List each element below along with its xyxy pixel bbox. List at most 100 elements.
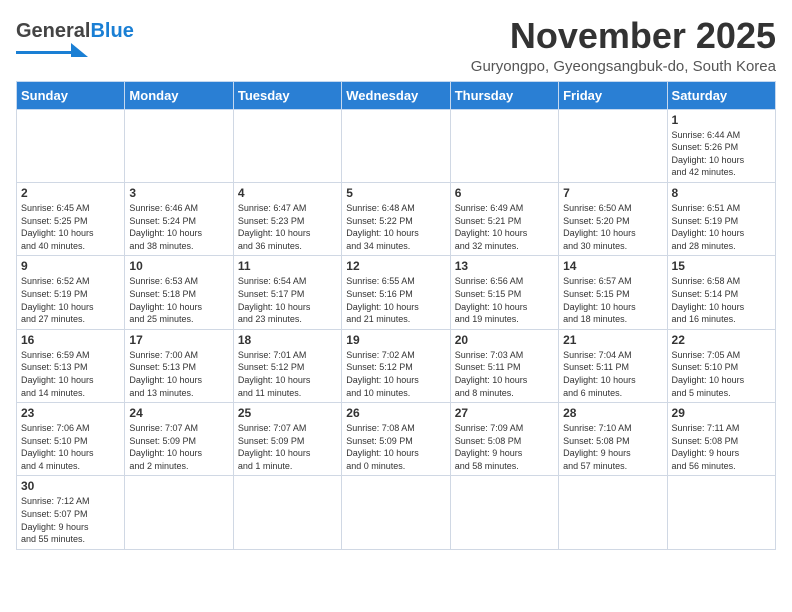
calendar-cell: 11 Sunrise: 6:54 AM Sunset: 5:17 PM Dayli…	[233, 256, 341, 329]
day-number: 10	[129, 259, 228, 273]
day-info: Sunrise: 6:48 AM Sunset: 5:22 PM Dayligh…	[346, 202, 445, 252]
day-number: 15	[672, 259, 771, 273]
calendar-cell: 4 Sunrise: 6:47 AM Sunset: 5:23 PM Daylig…	[233, 182, 341, 255]
day-info: Sunrise: 6:47 AM Sunset: 5:23 PM Dayligh…	[238, 202, 337, 252]
calendar-cell: 12Sunrise: 6:55 AM Sunset: 5:16 PM Dayli…	[342, 256, 450, 329]
calendar-week-row: 2Sunrise: 6:45 AM Sunset: 5:25 PM Daylig…	[17, 182, 776, 255]
day-info: Sunrise: 7:12 AM Sunset: 5:07 PM Dayligh…	[21, 495, 120, 545]
day-info: Sunrise: 7:00 AM Sunset: 5:13 PM Dayligh…	[129, 349, 228, 399]
logo-general-text: General	[16, 20, 90, 43]
day-info: Sunrise: 7:07 AM Sunset: 5:09 PM Dayligh…	[238, 422, 337, 472]
header: General Blue November 2025 Guryongpo, Gy…	[16, 16, 776, 75]
logo-blue-text: Blue	[90, 20, 133, 43]
day-number: 23	[21, 406, 120, 420]
day-info: Sunrise: 6:53 AM Sunset: 5:18 PM Dayligh…	[129, 275, 228, 325]
calendar-cell	[559, 109, 667, 182]
calendar-cell: 25 Sunrise: 7:07 AM Sunset: 5:09 PM Dayli…	[233, 403, 341, 476]
weekday-header-friday: Friday	[559, 81, 667, 109]
day-number: 12	[346, 259, 445, 273]
calendar-cell: 28 Sunrise: 7:10 AM Sunset: 5:08 PM Dayli…	[559, 403, 667, 476]
calendar-cell: 9 Sunrise: 6:52 AM Sunset: 5:19 PM Daylig…	[17, 256, 125, 329]
day-info: Sunrise: 6:56 AM Sunset: 5:15 PM Dayligh…	[455, 275, 554, 325]
day-number: 16	[21, 333, 120, 347]
weekday-header-row: SundayMondayTuesdayWednesdayThursdayFrid…	[17, 81, 776, 109]
calendar-cell: 10 Sunrise: 6:53 AM Sunset: 5:18 PM Dayli…	[125, 256, 233, 329]
day-info: Sunrise: 7:04 AM Sunset: 5:11 PM Dayligh…	[563, 349, 662, 399]
logo: General Blue	[16, 20, 134, 63]
day-number: 8	[672, 186, 771, 200]
day-number: 20	[455, 333, 554, 347]
calendar-cell: 27Sunrise: 7:09 AM Sunset: 5:08 PM Dayli…	[450, 403, 558, 476]
calendar-cell: 23Sunrise: 7:06 AM Sunset: 5:10 PM Dayli…	[17, 403, 125, 476]
day-number: 29	[672, 406, 771, 420]
calendar-cell	[450, 476, 558, 549]
day-info: Sunrise: 6:59 AM Sunset: 5:13 PM Dayligh…	[21, 349, 120, 399]
day-info: Sunrise: 7:01 AM Sunset: 5:12 PM Dayligh…	[238, 349, 337, 399]
day-info: Sunrise: 6:44 AM Sunset: 5:26 PM Dayligh…	[672, 129, 771, 179]
calendar-cell: 2Sunrise: 6:45 AM Sunset: 5:25 PM Daylig…	[17, 182, 125, 255]
calendar-week-row: 23Sunrise: 7:06 AM Sunset: 5:10 PM Dayli…	[17, 403, 776, 476]
day-number: 24	[129, 406, 228, 420]
calendar-cell: 22Sunrise: 7:05 AM Sunset: 5:10 PM Dayli…	[667, 329, 775, 402]
day-info: Sunrise: 7:10 AM Sunset: 5:08 PM Dayligh…	[563, 422, 662, 472]
calendar-cell	[342, 109, 450, 182]
calendar-week-row: 9 Sunrise: 6:52 AM Sunset: 5:19 PM Daylig…	[17, 256, 776, 329]
calendar-cell: 13 Sunrise: 6:56 AM Sunset: 5:15 PM Dayli…	[450, 256, 558, 329]
calendar-cell: 16 Sunrise: 6:59 AM Sunset: 5:13 PM Dayli…	[17, 329, 125, 402]
day-number: 28	[563, 406, 662, 420]
day-info: Sunrise: 6:57 AM Sunset: 5:15 PM Dayligh…	[563, 275, 662, 325]
day-info: Sunrise: 6:49 AM Sunset: 5:21 PM Dayligh…	[455, 202, 554, 252]
day-info: Sunrise: 7:11 AM Sunset: 5:08 PM Dayligh…	[672, 422, 771, 472]
calendar-cell: 20 Sunrise: 7:03 AM Sunset: 5:11 PM Dayli…	[450, 329, 558, 402]
calendar-week-row: 1Sunrise: 6:44 AM Sunset: 5:26 PM Daylig…	[17, 109, 776, 182]
day-info: Sunrise: 7:05 AM Sunset: 5:10 PM Dayligh…	[672, 349, 771, 399]
calendar-cell: 14Sunrise: 6:57 AM Sunset: 5:15 PM Dayli…	[559, 256, 667, 329]
day-info: Sunrise: 7:08 AM Sunset: 5:09 PM Dayligh…	[346, 422, 445, 472]
calendar-cell	[17, 109, 125, 182]
day-info: Sunrise: 6:46 AM Sunset: 5:24 PM Dayligh…	[129, 202, 228, 252]
day-number: 26	[346, 406, 445, 420]
calendar-table: SundayMondayTuesdayWednesdayThursdayFrid…	[16, 81, 776, 550]
day-info: Sunrise: 7:09 AM Sunset: 5:08 PM Dayligh…	[455, 422, 554, 472]
day-info: Sunrise: 6:52 AM Sunset: 5:19 PM Dayligh…	[21, 275, 120, 325]
weekday-header-monday: Monday	[125, 81, 233, 109]
day-number: 9	[21, 259, 120, 273]
calendar-cell: 6 Sunrise: 6:49 AM Sunset: 5:21 PM Daylig…	[450, 182, 558, 255]
day-number: 3	[129, 186, 228, 200]
calendar-cell: 1Sunrise: 6:44 AM Sunset: 5:26 PM Daylig…	[667, 109, 775, 182]
weekday-header-wednesday: Wednesday	[342, 81, 450, 109]
day-info: Sunrise: 7:03 AM Sunset: 5:11 PM Dayligh…	[455, 349, 554, 399]
day-number: 30	[21, 479, 120, 493]
calendar-cell: 26 Sunrise: 7:08 AM Sunset: 5:09 PM Dayli…	[342, 403, 450, 476]
location-subtitle: Guryongpo, Gyeongsangbuk-do, South Korea	[471, 58, 776, 75]
calendar-cell	[233, 476, 341, 549]
weekday-header-saturday: Saturday	[667, 81, 775, 109]
calendar-cell	[233, 109, 341, 182]
calendar-cell: 5 Sunrise: 6:48 AM Sunset: 5:22 PM Daylig…	[342, 182, 450, 255]
calendar-week-row: 30 Sunrise: 7:12 AM Sunset: 5:07 PM Dayli…	[17, 476, 776, 549]
calendar-cell: 8 Sunrise: 6:51 AM Sunset: 5:19 PM Daylig…	[667, 182, 775, 255]
day-number: 18	[238, 333, 337, 347]
calendar-cell	[125, 109, 233, 182]
calendar-cell: 24Sunrise: 7:07 AM Sunset: 5:09 PM Dayli…	[125, 403, 233, 476]
day-info: Sunrise: 6:54 AM Sunset: 5:17 PM Dayligh…	[238, 275, 337, 325]
day-number: 17	[129, 333, 228, 347]
calendar-cell	[667, 476, 775, 549]
day-number: 5	[346, 186, 445, 200]
calendar-cell	[342, 476, 450, 549]
day-number: 4	[238, 186, 337, 200]
day-number: 13	[455, 259, 554, 273]
day-number: 6	[455, 186, 554, 200]
day-number: 19	[346, 333, 445, 347]
day-number: 7	[563, 186, 662, 200]
calendar-cell	[125, 476, 233, 549]
weekday-header-thursday: Thursday	[450, 81, 558, 109]
day-info: Sunrise: 6:51 AM Sunset: 5:19 PM Dayligh…	[672, 202, 771, 252]
day-number: 25	[238, 406, 337, 420]
calendar-cell: 21Sunrise: 7:04 AM Sunset: 5:11 PM Dayli…	[559, 329, 667, 402]
day-info: Sunrise: 7:02 AM Sunset: 5:12 PM Dayligh…	[346, 349, 445, 399]
day-number: 11	[238, 259, 337, 273]
day-info: Sunrise: 6:50 AM Sunset: 5:20 PM Dayligh…	[563, 202, 662, 252]
weekday-header-sunday: Sunday	[17, 81, 125, 109]
calendar-cell: 18 Sunrise: 7:01 AM Sunset: 5:12 PM Dayli…	[233, 329, 341, 402]
